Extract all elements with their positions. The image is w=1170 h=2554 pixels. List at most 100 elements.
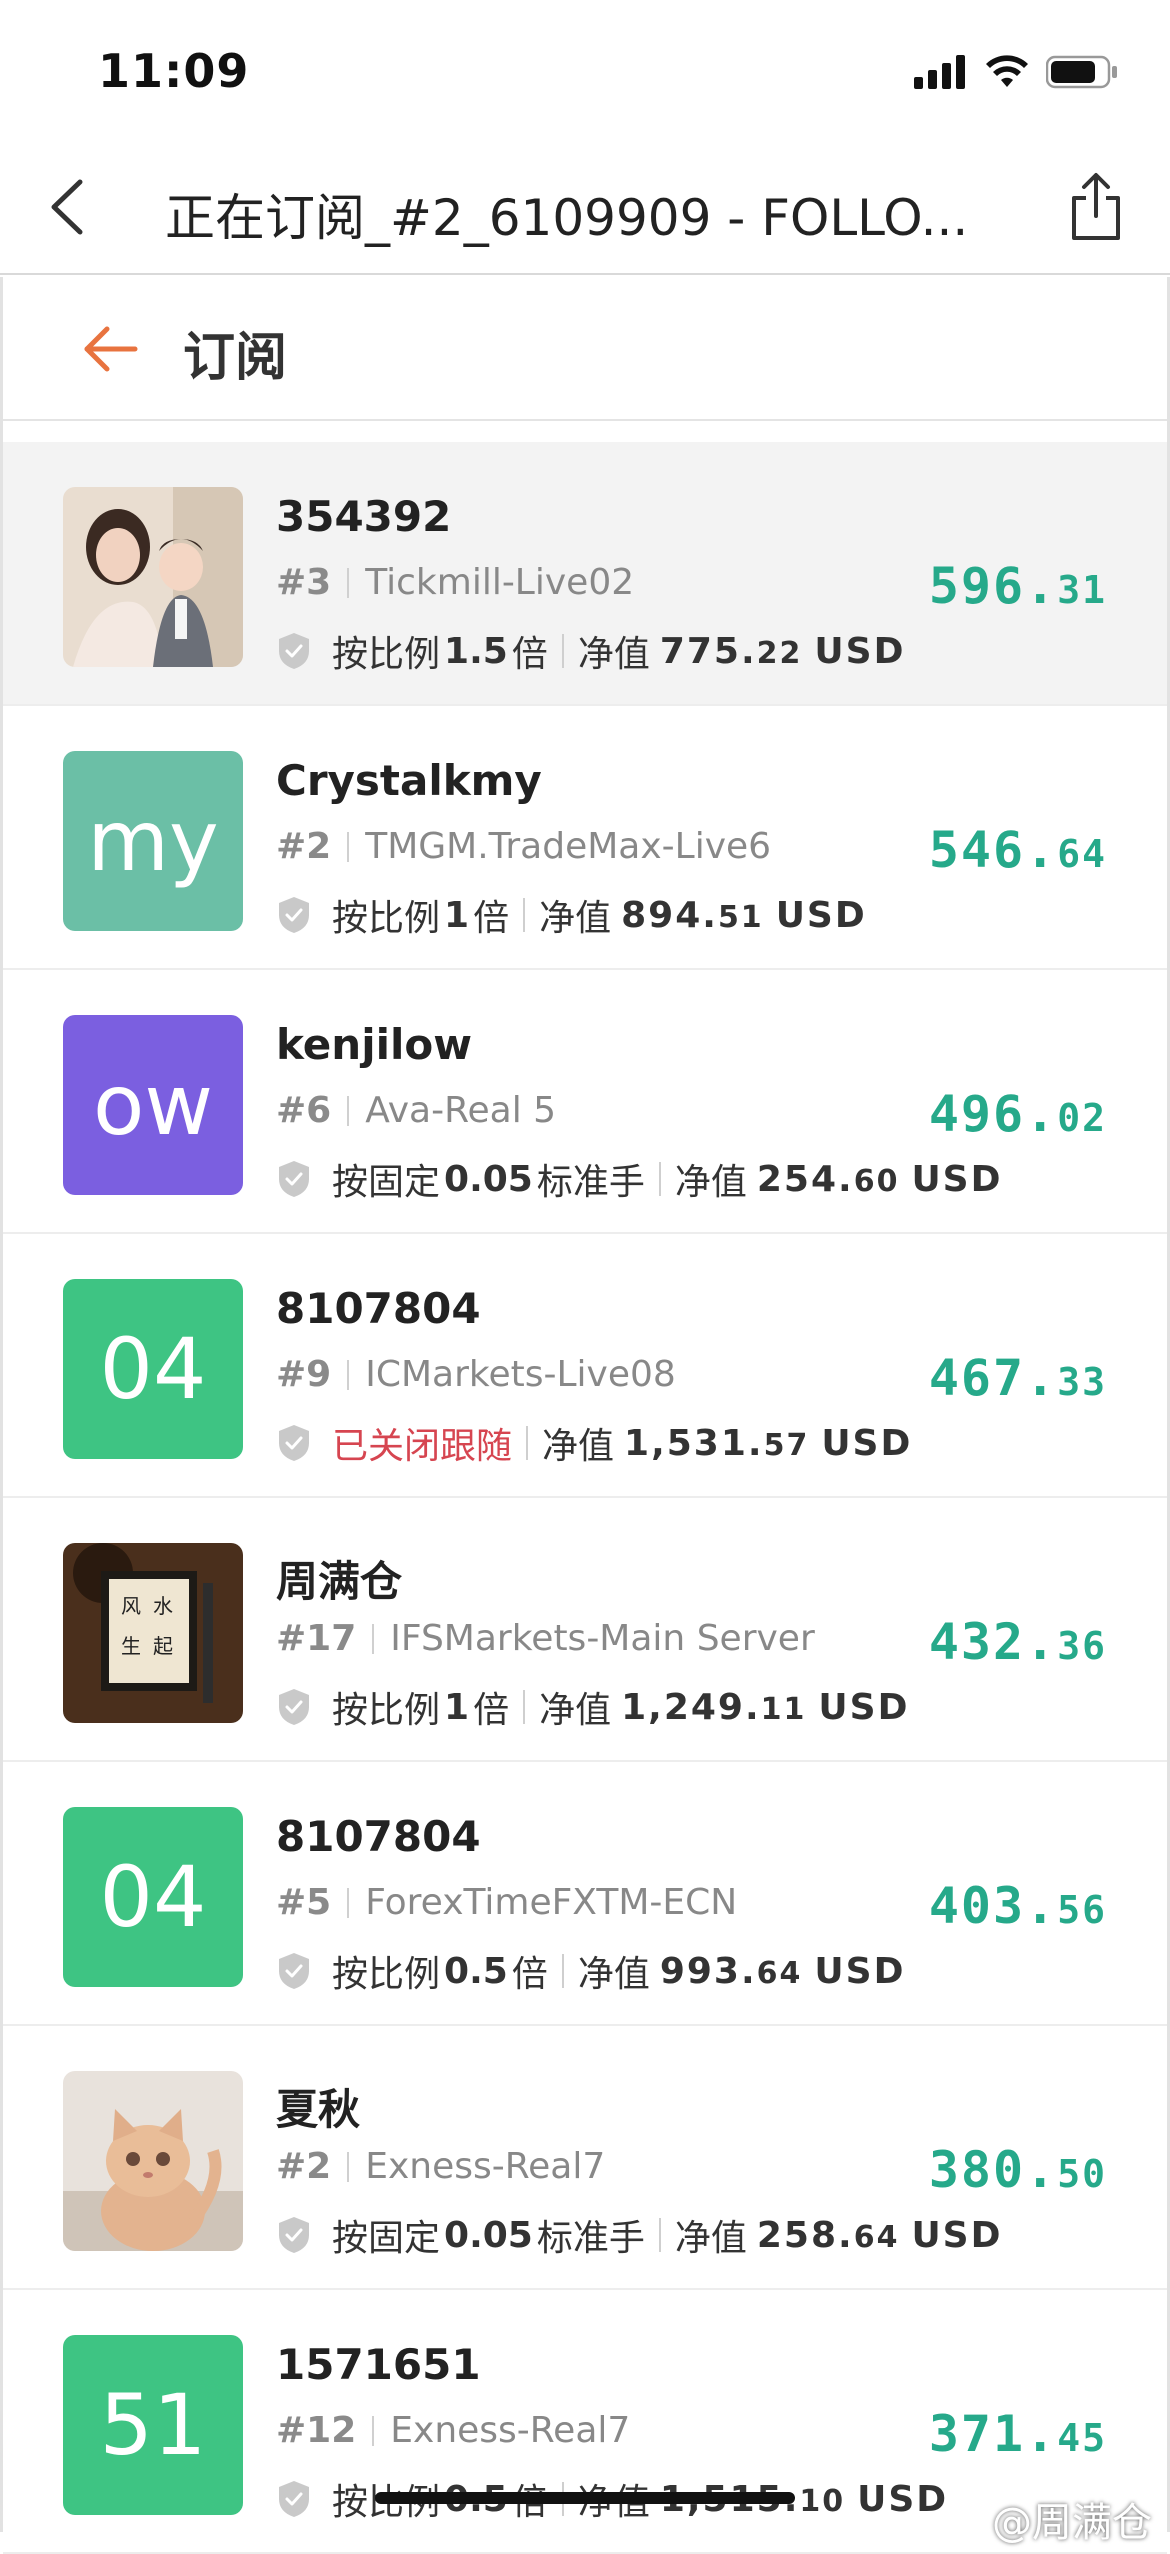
profit-int: 380. bbox=[928, 2141, 1058, 2199]
copy-mode-prefix: 按比例 bbox=[332, 1954, 441, 1995]
equity-label: 净值 bbox=[542, 1426, 615, 1467]
svg-text:起: 起 bbox=[153, 1634, 173, 1658]
equity-int: 993. bbox=[659, 1950, 757, 1992]
avatar: ow bbox=[63, 1015, 243, 1195]
profit-value: 496.02 bbox=[929, 1085, 1107, 1143]
profit-int: 496. bbox=[928, 1085, 1058, 1143]
rank-label: #6 bbox=[276, 1090, 332, 1131]
status-time: 11:09 bbox=[98, 44, 250, 98]
divider bbox=[526, 1426, 529, 1460]
subscription-list: 354392 #3 Tickmill-Live02 按比例 1.5 倍 净值 77… bbox=[3, 442, 1167, 2554]
equity-dec: 64 bbox=[756, 1955, 803, 1991]
copy-mode-suffix: 标准手 bbox=[536, 2218, 645, 2259]
server-info: #6 Ava-Real 5 bbox=[276, 1090, 556, 1131]
equity-int: 1,531. bbox=[624, 1422, 764, 1464]
copy-mode-prefix: 按比例 bbox=[332, 1690, 441, 1731]
list-item[interactable]: 风 水 生 起 周满仓 #17 IFSMarkets-Main Server 按比… bbox=[3, 1498, 1167, 1762]
divider bbox=[561, 1954, 564, 1988]
profit-value: 380.50 bbox=[929, 2141, 1107, 2199]
server-info: #2 Exness-Real7 bbox=[276, 2146, 605, 2187]
copy-mode-suffix: 倍 bbox=[511, 634, 548, 675]
rank-label: #9 bbox=[276, 1354, 332, 1395]
currency-label: USD bbox=[814, 1950, 906, 1992]
profit-value: 432.36 bbox=[929, 1613, 1107, 1671]
divider bbox=[372, 1624, 375, 1654]
profit-dec: 45 bbox=[1057, 2416, 1107, 2460]
copy-mode-prefix: 按固定 bbox=[332, 2218, 441, 2259]
divider bbox=[561, 634, 564, 668]
copy-detail: 已关闭跟随 净值 1,531.57 USD bbox=[276, 1417, 912, 1469]
copy-mode-value: 1.5 bbox=[444, 630, 508, 672]
list-item[interactable]: my Crystalkmy #2 TMGM.TradeMax-Live6 按比例 … bbox=[3, 706, 1167, 970]
avatar-photo bbox=[63, 487, 243, 667]
equity-dec: 57 bbox=[763, 1427, 810, 1463]
avatar: 04 bbox=[63, 1807, 243, 1987]
copy-mode-suffix: 倍 bbox=[511, 1954, 548, 1995]
follow-closed-label: 已关闭跟随 bbox=[332, 1426, 513, 1467]
account-name: 8107804 bbox=[276, 1812, 481, 1861]
equity-int: 258. bbox=[756, 2214, 854, 2256]
server-info: #9 ICMarkets-Live08 bbox=[276, 1354, 676, 1395]
webview-content: 订阅 354392 #3 Tickmill-Live02 按比例 1.5 倍 净… bbox=[0, 277, 1170, 2554]
profit-dec: 50 bbox=[1057, 2152, 1107, 2196]
wifi-icon bbox=[986, 55, 1028, 87]
profit-dec: 36 bbox=[1057, 1624, 1107, 1668]
list-item[interactable]: ow kenjilow #6 Ava-Real 5 按固定 0.05 标准手 净值… bbox=[3, 970, 1167, 1234]
avatar-photo bbox=[63, 2071, 243, 2251]
back-chevron-icon[interactable] bbox=[40, 174, 100, 240]
server-info: #17 IFSMarkets-Main Server bbox=[276, 1618, 815, 1659]
rank-label: #12 bbox=[276, 2410, 357, 2451]
list-item[interactable]: 夏秋 #2 Exness-Real7 按固定 0.05 标准手 净值 258.64… bbox=[3, 2026, 1167, 2290]
account-name: Crystalkmy bbox=[276, 756, 542, 805]
status-icons bbox=[914, 52, 1118, 92]
rank-label: #2 bbox=[276, 2146, 332, 2187]
equity-dec: 64 bbox=[853, 2219, 900, 2255]
shield-check-icon bbox=[279, 633, 309, 669]
equity-int: 894. bbox=[621, 894, 718, 936]
currency-label: USD bbox=[857, 2478, 949, 2520]
list-item[interactable]: 04 8107804 #9 ICMarkets-Live08 已关闭跟随 净值 1… bbox=[3, 1234, 1167, 1498]
profit-dec: 64 bbox=[1057, 832, 1107, 876]
divider bbox=[347, 2152, 350, 2182]
account-name: 8107804 bbox=[276, 1284, 481, 1333]
rank-label: #17 bbox=[276, 1618, 357, 1659]
copy-detail: 按固定 0.05 标准手 净值 254.60 USD bbox=[276, 1153, 1003, 1205]
divider bbox=[347, 1096, 350, 1126]
profit-value: 596.31 bbox=[929, 557, 1107, 615]
shield-check-icon bbox=[279, 1161, 309, 1197]
server-name: Exness-Real7 bbox=[365, 2146, 606, 2187]
list-item[interactable]: 354392 #3 Tickmill-Live02 按比例 1.5 倍 净值 77… bbox=[3, 442, 1167, 706]
equity-int: 254. bbox=[756, 1158, 854, 1200]
currency-label: USD bbox=[814, 630, 906, 672]
back-arrow-icon[interactable] bbox=[81, 319, 141, 379]
profit-value: 546.64 bbox=[929, 821, 1107, 879]
list-item[interactable]: 04 8107804 #5 ForexTimeFXTM-ECN 按比例 0.5 倍… bbox=[3, 1762, 1167, 2026]
server-name: Tickmill-Live02 bbox=[365, 562, 635, 603]
server-info: #12 Exness-Real7 bbox=[276, 2410, 630, 2451]
copy-detail: 按比例 1 倍 净值 1,249.11 USD bbox=[276, 1681, 909, 1733]
copy-mode-value: 1 bbox=[444, 894, 470, 936]
navigation-bar: 正在订阅_#2_6109909 - FOLLO... bbox=[0, 140, 1170, 275]
copy-mode-value: 0.05 bbox=[444, 1158, 533, 1200]
equity-label: 净值 bbox=[539, 1690, 612, 1731]
account-name: kenjilow bbox=[276, 1020, 473, 1069]
divider bbox=[347, 568, 350, 598]
shield-check-icon bbox=[279, 1425, 309, 1461]
shield-check-icon bbox=[279, 2217, 309, 2253]
divider bbox=[658, 1162, 661, 1196]
divider bbox=[347, 1888, 350, 1918]
copy-mode-suffix: 倍 bbox=[473, 898, 510, 939]
server-name: ICMarkets-Live08 bbox=[365, 1354, 676, 1395]
share-icon[interactable] bbox=[1064, 170, 1128, 244]
server-name: Ava-Real 5 bbox=[365, 1090, 557, 1131]
copy-mode-prefix: 按比例 bbox=[332, 898, 441, 939]
server-name: IFSMarkets-Main Server bbox=[390, 1618, 815, 1659]
equity-label: 净值 bbox=[539, 898, 612, 939]
svg-text:生: 生 bbox=[121, 1634, 141, 1658]
sub-header: 订阅 bbox=[3, 277, 1167, 421]
section-title: 订阅 bbox=[183, 328, 288, 388]
cellular-signal-icon bbox=[914, 55, 965, 89]
currency-label: USD bbox=[818, 1686, 910, 1728]
battery-icon bbox=[1046, 55, 1117, 89]
currency-label: USD bbox=[775, 894, 867, 936]
